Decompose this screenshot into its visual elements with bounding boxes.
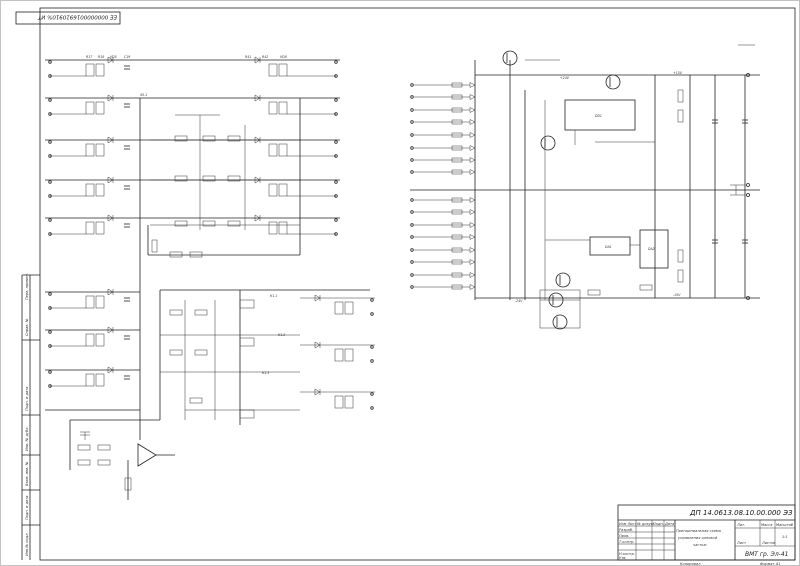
net-minus15: -15V xyxy=(673,293,681,297)
row-signature: Подп. xyxy=(653,522,664,526)
net-plus15: +15V xyxy=(673,71,683,75)
ic-dd1-label: DD1 xyxy=(595,114,602,118)
column-scale: Масштаб xyxy=(776,523,794,527)
net-minus24: -24V xyxy=(515,299,523,303)
row-date: Дата xyxy=(664,522,674,526)
label-r17: R17 xyxy=(86,55,92,59)
strip-cell-3: Взам. инв. № xyxy=(25,461,29,486)
title-line-1: Принципиальная схема xyxy=(676,529,721,533)
label-x5: X5.1 xyxy=(139,93,147,97)
sheet-label: Лист xyxy=(736,541,747,545)
label-vd5: VD5 xyxy=(110,55,117,59)
sheet-border xyxy=(0,0,800,566)
row-tech-control: Т.контр. xyxy=(619,540,635,544)
strip-cell-1: Инв.№ подл. xyxy=(25,532,29,556)
sheets-label: Листов xyxy=(761,541,775,545)
strip-cell-2: Подп. и дата xyxy=(25,496,29,520)
title-line-2: управления силовой xyxy=(677,536,718,540)
label-r41: R41 xyxy=(245,55,251,59)
row-change: Изм Лист xyxy=(619,522,637,526)
row-approved: Утв. xyxy=(619,556,627,560)
title-line-3: частью xyxy=(693,543,707,547)
strip-cell-6: Справ. № xyxy=(25,318,29,336)
ic-da2-label: DA2 xyxy=(648,247,655,251)
top-left-stamp-text: ЕЕ 0000000016910910% ИТ xyxy=(37,14,117,20)
column-mass: Масса xyxy=(761,523,772,527)
copied-label: Копировал xyxy=(680,562,701,566)
label-vd8: VD8 xyxy=(280,55,287,59)
schematic-sheet: ЕЕ 0000000016910910% ИТ Инв.№ подл. Подп… xyxy=(0,0,800,566)
strip-cell-4: Инв. № дубл. xyxy=(25,426,29,451)
strip-cell-5: Подп. и дата xyxy=(25,387,29,411)
net-plus24: +24V xyxy=(560,76,570,80)
relay-contact-k2: К1.2 xyxy=(278,333,285,337)
row-doc-number: № докум. xyxy=(636,522,655,526)
ic-da1-label: DA1 xyxy=(605,245,612,249)
scale-value: 1:1 xyxy=(782,535,788,539)
group-label: ВМТ гр. Эл-41 xyxy=(745,551,788,558)
row-developed: Разраб. xyxy=(619,528,633,532)
label-r42: R42 xyxy=(262,55,268,59)
strip-cell-7: Перв. примен. xyxy=(25,273,29,300)
format-label: Формат А1 xyxy=(760,562,780,566)
relay-contact-k1: К1.1 xyxy=(270,294,277,298)
label-c19: C19 xyxy=(124,55,130,59)
relay-contact-k3: К1.3 xyxy=(262,371,269,375)
row-checked: Пров. xyxy=(619,534,629,538)
document-code: ДП 14.0613.08.10.00.000 ЭЗ xyxy=(689,509,793,517)
label-r18: R18 xyxy=(98,55,104,59)
column-lit: Лит. xyxy=(736,523,745,527)
